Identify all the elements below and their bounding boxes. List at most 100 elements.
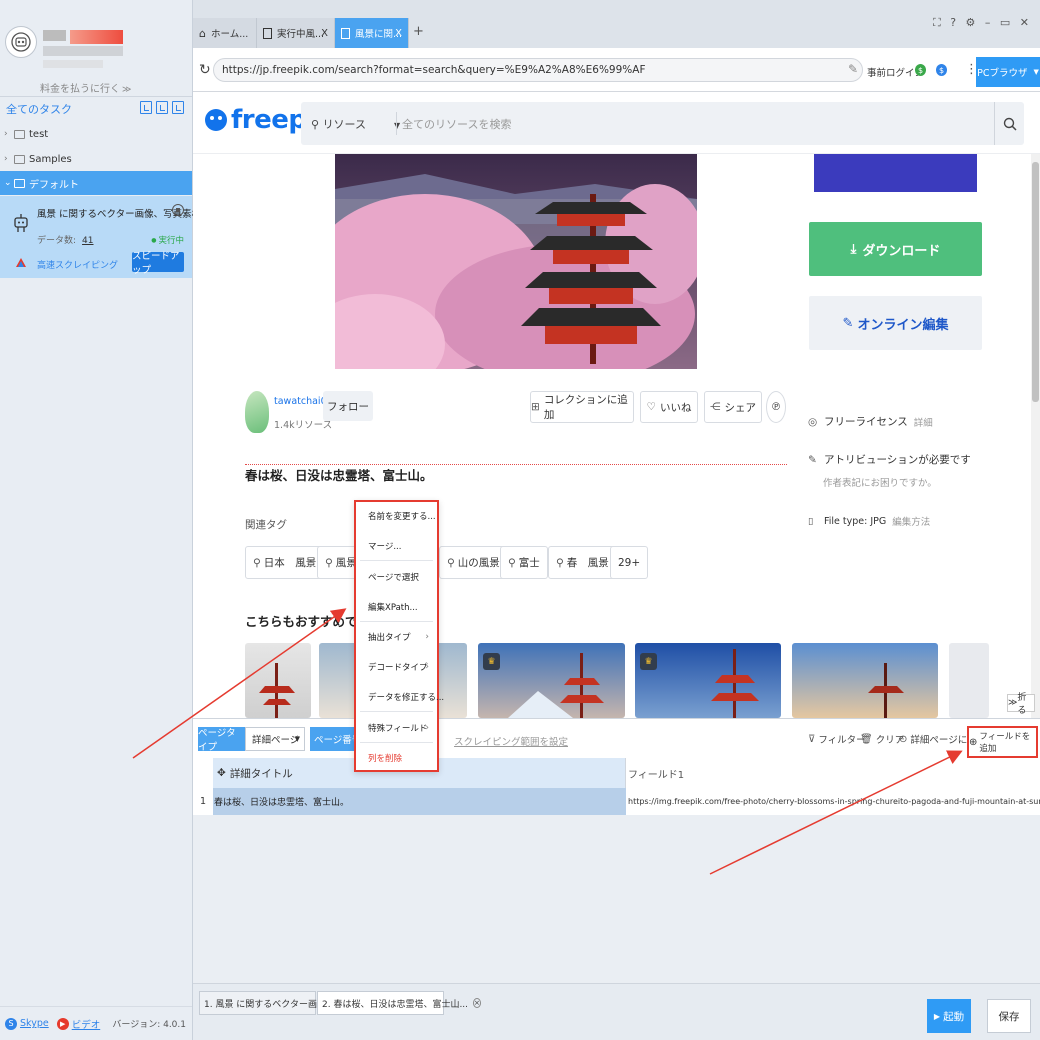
page-type-label: ページタイプ — [198, 727, 245, 753]
new-folder-icon[interactable] — [172, 101, 184, 114]
move-icon[interactable]: ✥ — [217, 767, 226, 779]
tab-home[interactable]: ⌂ ホーム... — [193, 18, 257, 48]
menu-decode-type[interactable]: デコードタイプ › — [356, 653, 437, 681]
resource-select[interactable]: ⚲ リソース ▼ — [311, 116, 400, 132]
start-button[interactable]: ▶ 起動 — [927, 999, 971, 1033]
video-link[interactable]: ビデオ — [72, 1017, 101, 1031]
tag-japan-landscape[interactable]: ⚲ 日本 風景 — [245, 546, 325, 579]
menu-special-field[interactable]: 特殊フィールド › — [356, 714, 437, 742]
data-count-value[interactable]: 41 — [82, 236, 93, 246]
tab-landscape[interactable]: 風景に関... X — [335, 18, 409, 48]
search-button[interactable] — [994, 102, 1024, 145]
menu-modify-data[interactable]: データを修正する... — [356, 683, 444, 711]
pagoda-thumb-image — [508, 653, 604, 718]
recommend-thumb[interactable] — [245, 643, 311, 718]
tag-fuji[interactable]: ⚲ 富士 — [500, 546, 548, 579]
like-button[interactable]: ♡ いいね — [640, 391, 698, 423]
username-blur — [43, 30, 66, 41]
download-button[interactable]: ⤓ ダウンロード — [809, 222, 982, 276]
reload-icon[interactable]: ↻ — [199, 62, 211, 78]
new-task-icon[interactable] — [156, 101, 168, 114]
clear-button[interactable]: 🗑︎ クリア — [860, 732, 904, 747]
speed-up-button[interactable]: スピードアップ — [132, 251, 184, 276]
add-field-button[interactable]: ⊕ フィールドを追加 — [967, 726, 1038, 758]
column-header-field1[interactable]: フィールド1 — [626, 758, 1040, 788]
file-type: ▯ File type: JPG 編集方法 — [808, 514, 931, 529]
video-icon: ▶ — [56, 1017, 69, 1030]
menu-merge[interactable]: マージ... — [356, 532, 437, 560]
table-cell[interactable]: https://img.freepik.com/free-photo/cherr… — [626, 788, 1040, 815]
recommend-thumb[interactable]: ♛ — [478, 643, 625, 718]
scrape-scope-link[interactable]: スクレイピング範囲を設定 — [454, 734, 568, 748]
tag-spring-landscape[interactable]: ⚲ 春 風景 — [548, 546, 617, 579]
avatar[interactable] — [5, 26, 37, 58]
tag-mountain-landscape[interactable]: ⚲ 山の風景 — [439, 546, 508, 579]
window-controls[interactable]: ⛶ ? ⚙ – ▭ ✕ — [933, 16, 1032, 30]
chevron-down-icon: ⌄ — [4, 178, 12, 188]
menu-select-on-page[interactable]: ページで選択 — [356, 563, 437, 591]
attribution-help[interactable]: 作者表記にお困りですか。 — [823, 475, 937, 489]
add-to-collection-button[interactable]: ⊞ コレクションに追加 — [530, 391, 634, 423]
extension-icon-2[interactable]: $ — [936, 64, 947, 76]
search-icon: ⚲ — [325, 556, 333, 569]
close-icon[interactable]: X — [321, 28, 328, 39]
share-button[interactable]: ⋲ シェア — [704, 391, 762, 423]
recommend-thumb[interactable] — [792, 643, 938, 718]
recommend-thumb[interactable] — [949, 643, 989, 718]
menu-rename[interactable]: 名前を変更する... — [356, 502, 437, 530]
extension-icon[interactable]: $ — [915, 64, 926, 76]
save-button[interactable]: 保存 — [987, 999, 1031, 1033]
user-profile: 料金を払うに行く ≫ — [0, 0, 192, 96]
url-input[interactable]: https://jp.freepik.com/search?format=sea… — [213, 58, 863, 82]
follow-button[interactable]: フォロー — [323, 391, 373, 421]
tag-more[interactable]: 29+ — [610, 546, 649, 579]
filter-icon: ⊽ — [808, 733, 816, 745]
collapse-button[interactable]: ≫ 折る — [1007, 693, 1035, 716]
collection-icon: ⊞ — [531, 401, 540, 413]
home-icon: ⌂ — [199, 26, 206, 40]
pc-browser-button[interactable]: PCブラウザ ▼ — [976, 57, 1040, 87]
search-input[interactable]: 全てのリソースを検索 — [402, 116, 511, 132]
task-card[interactable]: 風景 に関するベクター画像、写真素材、P... データ数:41 実行中 高速スク… — [0, 196, 224, 278]
menu-delete-column[interactable]: 列を削除 — [356, 744, 437, 772]
import-icon[interactable] — [140, 101, 152, 114]
edit-url-icon[interactable]: ✎ — [848, 62, 858, 76]
menu-extract-type[interactable]: 抽出タイプ › — [356, 623, 437, 651]
pinterest-button[interactable]: ℗ — [766, 391, 786, 423]
hero-image[interactable] — [335, 154, 697, 369]
tab-label: ホーム... — [210, 29, 249, 40]
skype-link[interactable]: Skype — [20, 1018, 49, 1029]
free-license: ◎ フリーライセンス 詳細 — [808, 415, 933, 429]
search-icon — [1003, 117, 1017, 131]
recommend-thumb[interactable]: ♛ — [635, 643, 781, 718]
close-icon[interactable]: X — [395, 28, 402, 39]
tab-running[interactable]: 実行中風... X — [257, 18, 335, 48]
folder-samples[interactable]: › Samples — [0, 147, 192, 171]
all-tasks-title[interactable]: 全てのタスク — [6, 101, 72, 117]
close-icon[interactable]: × — [473, 998, 481, 1008]
pagoda-thumb-image — [259, 663, 295, 718]
image-description[interactable]: 春は桜、日没は忠霊塔、富士山。 — [245, 465, 433, 484]
online-edit-button[interactable]: ✎ オンライン編集 — [809, 296, 982, 350]
license-details-link[interactable]: 詳細 — [914, 415, 933, 429]
tab-list-page[interactable]: 1. 風景 に関するベクター画像、写... — [199, 991, 353, 1015]
tab-detail-page[interactable]: 2. 春は桜、日没は忠霊塔、富士山... × — [317, 991, 481, 1015]
filter-button[interactable]: ⊽ フィルター — [808, 732, 866, 747]
search-icon: ⚲ — [556, 556, 564, 569]
table-cell[interactable]: 春は桜、日没は忠霊塔、富士山。 — [213, 788, 626, 815]
data-table: ✥ 詳細タイトル フィールド1 1 春は桜、日没は忠霊塔、富士山。 https:/… — [193, 758, 1040, 983]
menu-divider — [360, 621, 433, 622]
pay-link[interactable]: 料金を払うに行く ≫ — [40, 80, 131, 95]
author-avatar[interactable] — [245, 391, 269, 433]
share-icon: ⋲ — [710, 401, 721, 413]
page-type-select[interactable]: 詳細ページ ▼ — [245, 727, 305, 751]
page-scrollbar[interactable] — [1031, 154, 1040, 718]
stop-button[interactable] — [172, 204, 184, 216]
edit-method-link[interactable]: 編集方法 — [892, 514, 930, 528]
menu-divider — [360, 560, 433, 561]
menu-edit-xpath[interactable]: 編集XPath... — [356, 593, 437, 621]
new-tab-icon[interactable]: + — [413, 24, 424, 39]
folder-test[interactable]: › test — [0, 122, 192, 146]
folder-default[interactable]: ⌄ デフォルト — [0, 171, 192, 195]
related-tags-title: 関連タグ — [245, 519, 287, 531]
